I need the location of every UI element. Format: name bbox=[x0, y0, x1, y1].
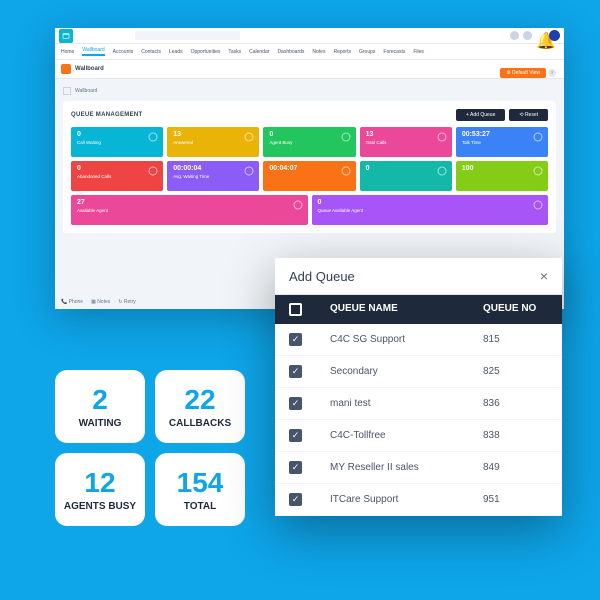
nav-dashboards[interactable]: Dashboards bbox=[277, 49, 304, 55]
nav-calendar[interactable]: Calendar bbox=[249, 49, 269, 55]
tile[interactable]: 00:00:04Avg. Waiting Time bbox=[167, 161, 259, 191]
collapse-icon[interactable] bbox=[63, 87, 71, 95]
modal-rows: C4C SG Support815Secondary825mani test83… bbox=[275, 324, 562, 516]
nav-home[interactable]: Home bbox=[61, 49, 74, 55]
row-checkbox[interactable] bbox=[289, 397, 302, 410]
tile[interactable]: 13Total Calls bbox=[360, 127, 452, 157]
stat-card: 12AGENTS BUSY bbox=[55, 453, 145, 526]
queue-management-panel: QUEUE MANAGEMENT + Add Queue ⟲ Reset 0Ca… bbox=[63, 101, 556, 233]
tile[interactable]: 0Agent Busy bbox=[263, 127, 355, 157]
footer-tabs: 📞 Phone ▦ Notes ↻ Retry bbox=[61, 299, 136, 305]
stat-card: 154TOTAL bbox=[155, 453, 245, 526]
tile[interactable]: 0Call Waiting bbox=[71, 127, 163, 157]
app-logo[interactable] bbox=[59, 29, 73, 43]
stat-card: 22CALLBACKS bbox=[155, 370, 245, 443]
titlebar: 🔔 bbox=[55, 28, 564, 44]
select-all-checkbox[interactable] bbox=[289, 303, 302, 316]
summary-stats: 2WAITING22CALLBACKS12AGENTS BUSY154TOTAL bbox=[55, 370, 245, 526]
sub-logo-icon bbox=[61, 64, 71, 74]
table-row[interactable]: Secondary825 bbox=[275, 356, 562, 388]
nav-accounts[interactable]: Accounts bbox=[113, 49, 134, 55]
nav-forecasts[interactable]: Forecasts bbox=[383, 49, 405, 55]
phone-tab[interactable]: 📞 Phone bbox=[61, 299, 83, 305]
reset-button[interactable]: ⟲ Reset bbox=[509, 109, 548, 121]
breadcrumb: Wallboard bbox=[63, 87, 556, 95]
table-row[interactable]: C4C-Tollfree838 bbox=[275, 420, 562, 452]
tile[interactable]: 00:04:07 bbox=[263, 161, 355, 191]
row-checkbox[interactable] bbox=[289, 493, 302, 506]
nav-notes[interactable]: Notes bbox=[312, 49, 325, 55]
plus-icon[interactable] bbox=[510, 31, 519, 40]
panel-header: QUEUE MANAGEMENT + Add Queue ⟲ Reset bbox=[71, 109, 548, 121]
tile[interactable]: 13Answered bbox=[167, 127, 259, 157]
add-queue-button[interactable]: + Add Queue bbox=[456, 109, 505, 121]
nav-reports[interactable]: Reports bbox=[333, 49, 351, 55]
nav-groups[interactable]: Groups bbox=[359, 49, 375, 55]
close-icon[interactable]: × bbox=[540, 268, 548, 284]
info-icon[interactable]: i bbox=[548, 69, 556, 77]
tile[interactable]: 27Available Agent bbox=[71, 195, 308, 225]
retry-tab[interactable]: ↻ Retry bbox=[118, 299, 136, 305]
nav-contacts[interactable]: Contacts bbox=[141, 49, 161, 55]
tile[interactable]: 00:53:27Talk Time bbox=[456, 127, 548, 157]
stat-tiles: 0Call Waiting13Answered0Agent Busy13Tota… bbox=[71, 127, 548, 225]
tile[interactable]: 0Abandoned Calls bbox=[71, 161, 163, 191]
row-checkbox[interactable] bbox=[289, 333, 302, 346]
top-right-controls: 🔔 bbox=[510, 30, 560, 41]
tile[interactable]: 0Queue Available Agent bbox=[312, 195, 549, 225]
notes-tab[interactable]: ▦ Notes bbox=[91, 299, 110, 305]
nav-files[interactable]: Files bbox=[413, 49, 424, 55]
nav-wallboard[interactable]: Wallboard bbox=[82, 47, 104, 56]
table-row[interactable]: ITCare Support951 bbox=[275, 484, 562, 516]
panel-title: QUEUE MANAGEMENT bbox=[71, 112, 142, 118]
breadcrumb-label: Wallboard bbox=[75, 88, 97, 94]
panel-buttons: + Add Queue ⟲ Reset bbox=[456, 109, 548, 121]
sub-title: Wallboard bbox=[75, 66, 104, 72]
stat-card: 2WAITING bbox=[55, 370, 145, 443]
row-checkbox[interactable] bbox=[289, 365, 302, 378]
col-queue-name: QUEUE NAME bbox=[330, 303, 483, 316]
nav-leads[interactable]: Leads bbox=[169, 49, 183, 55]
table-row[interactable]: C4C SG Support815 bbox=[275, 324, 562, 356]
main-nav: Home Wallboard Accounts Contacts Leads Opport… bbox=[55, 44, 564, 60]
add-queue-modal: Add Queue × QUEUE NAME QUEUE NO C4C SG S… bbox=[275, 258, 562, 516]
row-checkbox[interactable] bbox=[289, 461, 302, 474]
default-view-button[interactable]: ⚙ Default View bbox=[500, 68, 546, 78]
tile[interactable]: 100 bbox=[456, 161, 548, 191]
row-checkbox[interactable] bbox=[289, 429, 302, 442]
modal-title: Add Queue bbox=[289, 269, 355, 284]
sub-header: Wallboard bbox=[55, 60, 564, 79]
tile[interactable]: 0 bbox=[360, 161, 452, 191]
grid-icon[interactable] bbox=[523, 31, 532, 40]
table-row[interactable]: MY Reseller II sales849 bbox=[275, 452, 562, 484]
modal-header: Add Queue × bbox=[275, 258, 562, 295]
table-row[interactable]: mani test836 bbox=[275, 388, 562, 420]
nav-tasks[interactable]: Tasks bbox=[228, 49, 241, 55]
nav-opportunities[interactable]: Opportunities bbox=[191, 49, 221, 55]
search-input[interactable] bbox=[135, 31, 240, 40]
modal-table-header: QUEUE NAME QUEUE NO bbox=[275, 295, 562, 324]
bell-icon[interactable]: 🔔 bbox=[536, 31, 545, 40]
col-queue-no: QUEUE NO bbox=[483, 303, 548, 316]
avatar[interactable] bbox=[549, 30, 560, 41]
